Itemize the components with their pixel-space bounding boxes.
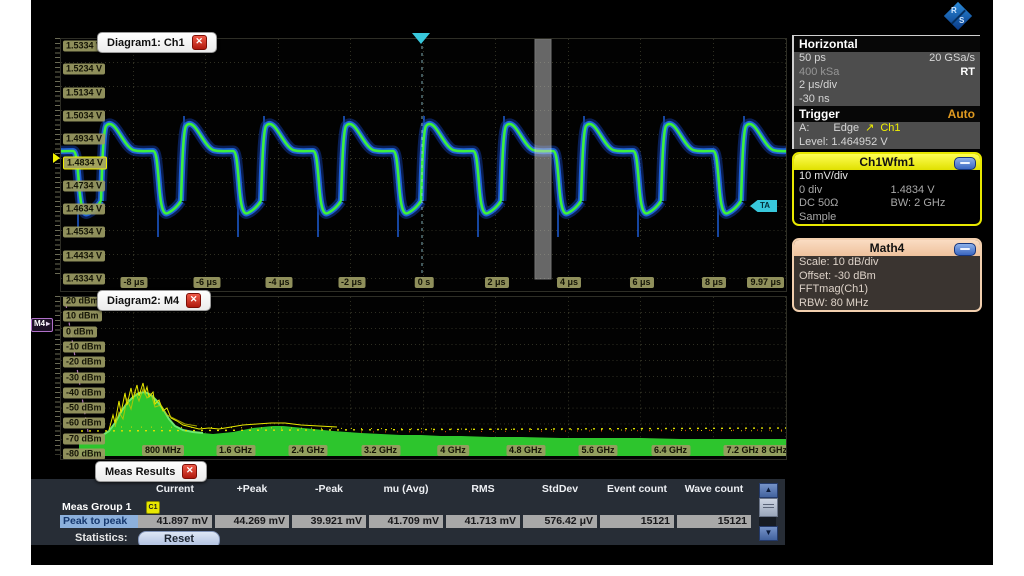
rising-edge-icon: ↗ bbox=[865, 122, 874, 136]
rohde-schwarz-logo-icon: R S bbox=[945, 3, 972, 30]
horizontal-trigger-panel[interactable]: Horizontal 50 ps 20 GSa/s 400 kSa RT 2 μ… bbox=[792, 35, 980, 149]
ch1-offset-value: 1.4834 V bbox=[891, 184, 935, 198]
math4-rbw-value: RBW: 80 MHz bbox=[799, 297, 868, 311]
ch1-row-decimation: Sample bbox=[794, 211, 980, 225]
diagram2-close-icon[interactable]: ✕ bbox=[186, 293, 201, 308]
results-value-cell: 15121 bbox=[677, 515, 751, 528]
results-column-header: mu (Avg) bbox=[369, 483, 443, 495]
ch1-decimation-value: Sample bbox=[799, 211, 836, 225]
tab-diagram1-label: Diagram1: Ch1 bbox=[107, 37, 185, 49]
results-value-cell: 39.921 mV bbox=[292, 515, 366, 528]
ch1-row-scale: 10 mV/div bbox=[794, 170, 980, 184]
results-scrollbar[interactable]: ▲ ▼ bbox=[759, 483, 776, 541]
timebase-scale-value: 2 μs/div bbox=[799, 79, 837, 93]
diagram2-plot-area[interactable]: 20 dBm10 dBm0 dBm-10 dBm-20 dBm-30 dBm-4… bbox=[60, 296, 787, 460]
ch1-position-value: 0 div bbox=[799, 184, 891, 198]
horizontal-row-position: -30 ns bbox=[794, 93, 980, 107]
diagram2-spectrum-canvas bbox=[61, 297, 786, 459]
math4-dialog[interactable]: Math4 Scale: 10 dB/div Offset: -30 dBm F… bbox=[792, 238, 982, 312]
tab-diagram1[interactable]: Diagram1: Ch1 ✕ bbox=[97, 32, 217, 53]
ch1-row-position: 0 div 1.4834 V bbox=[794, 184, 980, 198]
results-value-cell: 41.713 mV bbox=[446, 515, 520, 528]
sample-rate-value: 20 GSa/s bbox=[929, 52, 975, 66]
trigger-position-marker-icon[interactable] bbox=[412, 33, 430, 44]
results-column-header: +Peak bbox=[215, 483, 289, 495]
results-value-cell: 15121 bbox=[600, 515, 674, 528]
oscilloscope-app: R S bbox=[31, 0, 993, 565]
tab-diagram2[interactable]: Diagram2: M4 ✕ bbox=[97, 290, 211, 311]
results-value-cell: 576.42 μV bbox=[523, 515, 597, 528]
math4-scale-value: Scale: 10 dB/div bbox=[799, 256, 879, 270]
channel1-offset-marker-icon[interactable] bbox=[53, 153, 60, 163]
results-column-header: Event count bbox=[600, 483, 674, 495]
results-column-header: Current bbox=[138, 483, 212, 495]
tab-meas-results-label: Meas Results bbox=[105, 466, 175, 478]
scroll-down-icon[interactable]: ▼ bbox=[759, 526, 778, 541]
ch1-coupling-value: DC 50Ω bbox=[799, 197, 891, 211]
math4-row-offset: Offset: -30 dBm bbox=[794, 270, 980, 284]
trigger-source-value: Ch1 bbox=[880, 122, 900, 136]
math4-expression-value: FFTmag(Ch1) bbox=[799, 283, 868, 297]
tab-meas-results[interactable]: Meas Results ✕ bbox=[95, 461, 207, 482]
scroll-up-icon[interactable]: ▲ bbox=[759, 483, 778, 498]
timebase-position-value: -30 ns bbox=[799, 93, 830, 107]
trigger-level-value: Level: 1.464952 V bbox=[799, 136, 888, 150]
trigger-mode-value: Auto bbox=[948, 107, 975, 121]
horizontal-row-scale: 2 μs/div bbox=[794, 79, 980, 93]
trigger-a-label: A: bbox=[799, 122, 809, 136]
results-group-label[interactable]: Meas Group 1 bbox=[62, 501, 131, 513]
math4-row-expression: FFTmag(Ch1) bbox=[794, 283, 980, 297]
math4-header[interactable]: Math4 bbox=[794, 240, 980, 256]
resolution-value: 50 ps bbox=[799, 52, 826, 66]
trigger-header[interactable]: Trigger Auto bbox=[794, 106, 980, 122]
ch1wfm1-dialog[interactable]: Ch1Wfm1 10 mV/div 0 div 1.4834 V DC 50Ω … bbox=[792, 152, 982, 226]
record-length-value: 400 kSa bbox=[799, 66, 839, 80]
horizontal-row-record: 400 kSa RT bbox=[794, 66, 980, 80]
ch1-scale-value: 10 mV/div bbox=[799, 170, 848, 184]
results-row-label[interactable]: Peak to peak bbox=[60, 515, 138, 528]
ch1-row-coupling: DC 50Ω BW: 2 GHz bbox=[794, 197, 980, 211]
reset-statistics-button[interactable]: Reset bbox=[138, 531, 220, 545]
meas-results-close-icon[interactable]: ✕ bbox=[182, 464, 197, 479]
math4-row-scale: Scale: 10 dB/div bbox=[794, 256, 980, 270]
math4-minimize-icon[interactable] bbox=[954, 243, 976, 256]
channel1-source-badge: C1 bbox=[146, 501, 160, 514]
results-column-header: Wave count bbox=[677, 483, 751, 495]
horizontal-row-resolution: 50 ps 20 GSa/s bbox=[794, 52, 980, 66]
diagram1-plot-area[interactable]: 1.5334 V1.5234 V1.5134 V1.5034 V1.4934 V… bbox=[60, 38, 787, 292]
results-column-header: StdDev bbox=[523, 483, 597, 495]
results-column-header: RMS bbox=[446, 483, 520, 495]
statistics-label: Statistics: bbox=[75, 532, 128, 544]
trigger-row-level: Level: 1.464952 V bbox=[794, 136, 980, 150]
results-value-cell: 41.897 mV bbox=[138, 515, 212, 528]
trigger-title: Trigger bbox=[799, 107, 840, 121]
math4-title: Math4 bbox=[870, 241, 905, 255]
ch1wfm1-title: Ch1Wfm1 bbox=[859, 155, 914, 169]
logo-letter-s: S bbox=[959, 16, 964, 25]
scrollbar-thumb[interactable] bbox=[759, 498, 778, 517]
results-value-cells: 41.897 mV44.269 mV39.921 mV41.709 mV41.7… bbox=[138, 515, 754, 528]
horizontal-header[interactable]: Horizontal bbox=[794, 36, 980, 52]
ch1wfm1-minimize-icon[interactable] bbox=[954, 157, 976, 170]
results-value-cell: 44.269 mV bbox=[215, 515, 289, 528]
meas-results-panel: Current+Peak-Peakmu (Avg)RMSStdDevEvent … bbox=[31, 479, 785, 545]
results-column-header: -Peak bbox=[292, 483, 366, 495]
acq-mode-value: RT bbox=[960, 66, 975, 80]
trigger-row-source: A: Edge ↗ Ch1 bbox=[794, 122, 980, 136]
diagram1-waveform-canvas bbox=[61, 39, 786, 291]
results-column-headers: Current+Peak-Peakmu (Avg)RMSStdDevEvent … bbox=[138, 483, 754, 495]
trigger-type-value: Edge bbox=[833, 122, 859, 136]
math4-offset-marker[interactable]: M4 bbox=[31, 318, 53, 332]
ch1wfm1-header[interactable]: Ch1Wfm1 bbox=[794, 154, 980, 170]
math4-offset-value: Offset: -30 dBm bbox=[799, 270, 876, 284]
math4-row-rbw: RBW: 80 MHz bbox=[794, 297, 980, 311]
ch1-bandwidth-value: BW: 2 GHz bbox=[891, 197, 946, 211]
logo-letter-r: R bbox=[951, 6, 957, 15]
tab-diagram2-label: Diagram2: M4 bbox=[107, 295, 179, 307]
results-value-cell: 41.709 mV bbox=[369, 515, 443, 528]
diagram1-close-icon[interactable]: ✕ bbox=[192, 35, 207, 50]
horizontal-title: Horizontal bbox=[799, 37, 858, 51]
